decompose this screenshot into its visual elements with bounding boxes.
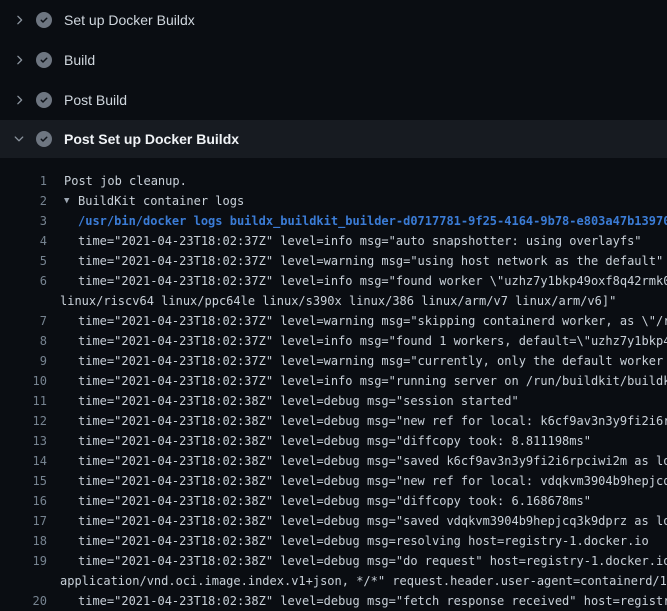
step-label: Post Build <box>64 92 127 108</box>
log-text: time="2021-04-23T18:02:38Z" level=debug … <box>78 471 667 491</box>
line-number[interactable]: 2 <box>0 191 47 211</box>
log-line: 5 time="2021-04-23T18:02:37Z" level=warni… <box>0 251 667 271</box>
steps-list: Set up Docker Buildx Build Post Build Post … <box>0 0 667 158</box>
line-number <box>0 291 47 311</box>
log-text: time="2021-04-23T18:02:37Z" level=info m… <box>78 271 667 291</box>
line-number <box>0 571 47 591</box>
check-circle-icon <box>36 92 52 108</box>
log-line: 20 time="2021-04-23T18:02:38Z" level=debu… <box>0 591 667 611</box>
log-line: 2 ▼BuildKit container logs <box>0 191 667 211</box>
step-row-build[interactable]: Build <box>0 40 667 80</box>
line-number[interactable]: 14 <box>0 451 47 471</box>
log-text: time="2021-04-23T18:02:37Z" level=info m… <box>78 331 667 351</box>
check-circle-icon <box>36 131 52 147</box>
line-number[interactable]: 19 <box>0 551 47 571</box>
line-number[interactable]: 3 <box>0 211 47 231</box>
check-circle-icon <box>36 52 52 68</box>
log-area: 1 Post job cleanup. 2 ▼BuildKit container l… <box>0 158 667 611</box>
log-group-label[interactable]: BuildKit container logs <box>78 191 244 211</box>
log-line: 9 time="2021-04-23T18:02:37Z" level=warni… <box>0 351 667 371</box>
workflow-log-panel: Set up Docker Buildx Build Post Build Post … <box>0 0 667 611</box>
line-number[interactable]: 16 <box>0 491 47 511</box>
log-text: time="2021-04-23T18:02:38Z" level=debug … <box>78 451 667 471</box>
line-number[interactable]: 18 <box>0 531 47 551</box>
log-line: 6 time="2021-04-23T18:02:37Z" level=info … <box>0 271 667 291</box>
log-text: time="2021-04-23T18:02:37Z" level=warnin… <box>78 251 663 271</box>
step-label: Set up Docker Buildx <box>64 12 195 28</box>
log-line: 7 time="2021-04-23T18:02:37Z" level=warni… <box>0 311 667 331</box>
log-line: 4 time="2021-04-23T18:02:37Z" level=info … <box>0 231 667 251</box>
log-text: time="2021-04-23T18:02:38Z" level=debug … <box>78 431 591 451</box>
log-line: 16 time="2021-04-23T18:02:38Z" level=debu… <box>0 491 667 511</box>
log-text: time="2021-04-23T18:02:38Z" level=debug … <box>78 591 667 611</box>
log-line: 13 time="2021-04-23T18:02:38Z" level=debu… <box>0 431 667 451</box>
line-number[interactable]: 1 <box>0 171 47 191</box>
step-row-post-set-up-docker-buildx[interactable]: Post Set up Docker Buildx <box>0 120 667 158</box>
log-text: time="2021-04-23T18:02:38Z" level=debug … <box>78 411 667 431</box>
line-number[interactable]: 7 <box>0 311 47 331</box>
log-text: time="2021-04-23T18:02:37Z" level=info m… <box>78 231 642 251</box>
log-text: time="2021-04-23T18:02:38Z" level=debug … <box>78 391 519 411</box>
log-line: 1 Post job cleanup. <box>0 171 667 191</box>
line-number[interactable]: 17 <box>0 511 47 531</box>
chevron-down-icon <box>12 132 26 146</box>
step-row-set-up-docker-buildx[interactable]: Set up Docker Buildx <box>0 0 667 40</box>
log-line: 3/usr/bin/docker logs buildx_buildkit_bu… <box>0 211 667 231</box>
log-text: time="2021-04-23T18:02:37Z" level=warnin… <box>78 351 667 371</box>
line-number[interactable]: 11 <box>0 391 47 411</box>
log-line: 19 time="2021-04-23T18:02:38Z" level=debu… <box>0 551 667 571</box>
log-text: time="2021-04-23T18:02:38Z" level=debug … <box>78 551 667 571</box>
log-text: time="2021-04-23T18:02:38Z" level=debug … <box>78 511 667 531</box>
log-line-continuation: linux/riscv64 linux/ppc64le linux/s390x … <box>0 291 667 311</box>
log-text: application/vnd.oci.image.index.v1+json,… <box>60 571 667 591</box>
check-circle-icon <box>36 12 52 28</box>
log-line: 17 time="2021-04-23T18:02:38Z" level=debu… <box>0 511 667 531</box>
step-row-post-build[interactable]: Post Build <box>0 80 667 120</box>
log-line: 18 time="2021-04-23T18:02:38Z" level=debu… <box>0 531 667 551</box>
log-line-continuation: application/vnd.oci.image.index.v1+json,… <box>0 571 667 591</box>
log-text: time="2021-04-23T18:02:38Z" level=debug … <box>78 531 649 551</box>
line-number[interactable]: 9 <box>0 351 47 371</box>
command-text: /usr/bin/docker logs buildx_buildkit_bui… <box>78 211 667 231</box>
log-line: 10 time="2021-04-23T18:02:37Z" level=info… <box>0 371 667 391</box>
line-number[interactable]: 12 <box>0 411 47 431</box>
line-number[interactable]: 13 <box>0 431 47 451</box>
line-number[interactable]: 5 <box>0 251 47 271</box>
line-number[interactable]: 4 <box>0 231 47 251</box>
chevron-right-icon <box>12 93 26 107</box>
line-number[interactable]: 15 <box>0 471 47 491</box>
step-label: Post Set up Docker Buildx <box>64 131 239 147</box>
log-line: 15 time="2021-04-23T18:02:38Z" level=debu… <box>0 471 667 491</box>
log-line: 11 time="2021-04-23T18:02:38Z" level=debu… <box>0 391 667 411</box>
log-line: 12 time="2021-04-23T18:02:38Z" level=debu… <box>0 411 667 431</box>
collapse-caret-icon[interactable]: ▼ <box>64 191 78 211</box>
line-number[interactable]: 20 <box>0 591 47 611</box>
log-text: time="2021-04-23T18:02:37Z" level=info m… <box>78 371 667 391</box>
step-label: Build <box>64 52 95 68</box>
log-text: Post job cleanup. <box>64 171 187 191</box>
log-line: 14 time="2021-04-23T18:02:38Z" level=debu… <box>0 451 667 471</box>
line-number[interactable]: 6 <box>0 271 47 291</box>
line-number[interactable]: 8 <box>0 331 47 351</box>
log-text: time="2021-04-23T18:02:38Z" level=debug … <box>78 491 591 511</box>
log-text: linux/riscv64 linux/ppc64le linux/s390x … <box>60 291 616 311</box>
log-text: time="2021-04-23T18:02:37Z" level=warnin… <box>78 311 667 331</box>
chevron-right-icon <box>12 53 26 67</box>
line-number[interactable]: 10 <box>0 371 47 391</box>
log-line: 8 time="2021-04-23T18:02:37Z" level=info … <box>0 331 667 351</box>
chevron-right-icon <box>12 13 26 27</box>
